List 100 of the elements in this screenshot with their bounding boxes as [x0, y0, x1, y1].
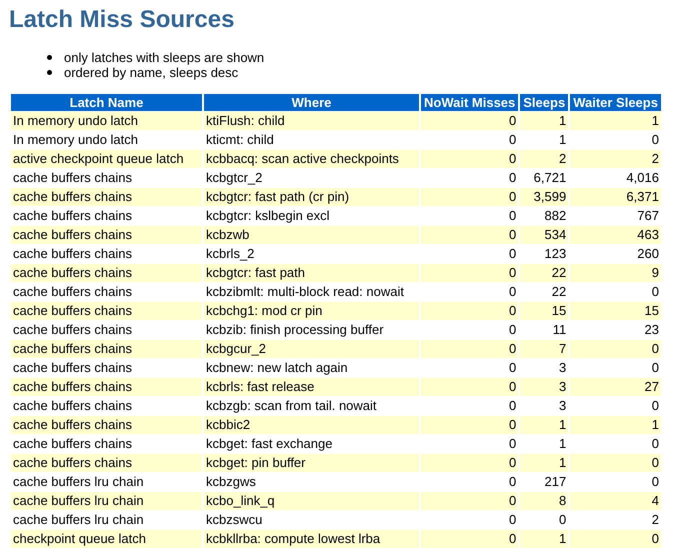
table-cell-text: kcbzibmlt: multi-block read: nowait — [205, 283, 405, 301]
table-cell: 0 — [421, 150, 518, 168]
table-cell: cache buffers chains — [11, 188, 202, 206]
table-cell: kcbbic2 — [204, 416, 419, 434]
table-cell-text: kcbrls_2 — [205, 245, 256, 263]
table-cell: 15 — [520, 302, 568, 320]
table-cell: 0 — [570, 454, 661, 472]
table-cell: 4 — [570, 492, 661, 510]
table-cell: 1 — [520, 112, 568, 130]
table-cell: 3,599 — [520, 188, 568, 206]
table-cell: cache buffers chains — [11, 454, 202, 472]
table-cell-text: 0 — [508, 473, 518, 491]
table-cell-text: kcbgtcr: kslbegin excl — [205, 207, 331, 225]
table-cell: kcbgtcr: fast path (cr pin) — [204, 188, 419, 206]
table-cell-text: 0 — [558, 511, 568, 529]
table-cell: cache buffers chains — [11, 416, 202, 434]
table-cell: 0 — [570, 340, 661, 358]
table-cell: kcbgcur_2 — [204, 340, 419, 358]
table-cell: 7 — [520, 340, 568, 358]
table-cell: 0 — [421, 416, 518, 434]
table-cell-text: 767 — [636, 207, 660, 225]
table-cell: kcbkllrba: compute lowest lrba — [204, 530, 419, 548]
table-cell-text: 0 — [508, 511, 518, 529]
table-cell-text: kcbzgb: scan from tail. nowait — [205, 397, 378, 415]
table-cell: 1 — [520, 454, 568, 472]
table-cell-text: 0 — [508, 169, 518, 187]
table-cell-text: 0 — [508, 397, 518, 415]
table-cell: 2 — [570, 150, 661, 168]
table-cell-text: kcbzswcu — [205, 511, 264, 529]
table-cell-text: 0 — [650, 473, 660, 491]
table-cell-text: 1 — [558, 435, 568, 453]
table-cell: 1 — [570, 112, 661, 130]
table-cell-text: 23 — [644, 321, 660, 339]
table-cell: 0 — [421, 188, 518, 206]
table-cell-text: cache buffers chains — [12, 321, 133, 339]
table-cell-text: 1 — [558, 131, 568, 149]
table-cell-text: 3 — [558, 359, 568, 377]
column-header: NoWait Misses — [421, 94, 518, 111]
table-cell: 0 — [570, 530, 661, 548]
table-cell: active checkpoint queue latch — [11, 150, 202, 168]
table-cell: ktiFlush: child — [204, 112, 419, 130]
table-cell-text: 0 — [650, 283, 660, 301]
table-cell-text: In memory undo latch — [12, 131, 140, 149]
table-cell-text: 0 — [508, 283, 518, 301]
table-cell: kcbrls: fast release — [204, 378, 419, 396]
table-cell: 0 — [421, 226, 518, 244]
column-header: Where — [204, 94, 419, 111]
bullet-icon — [47, 70, 52, 75]
table-cell: 15 — [570, 302, 661, 320]
table-cell: 0 — [421, 492, 518, 510]
table-cell: In memory undo latch — [11, 112, 202, 130]
column-header: Waiter Sleeps — [570, 94, 661, 111]
table-cell-text: cache buffers chains — [12, 435, 133, 453]
table-cell: kcbbacq: scan active checkpoints — [204, 150, 419, 168]
table-cell: 1 — [570, 416, 661, 434]
table-cell: 22 — [520, 264, 568, 282]
table-cell-text: 6,721 — [532, 169, 568, 187]
table-cell: 6,371 — [570, 188, 661, 206]
table-cell: 534 — [520, 226, 568, 244]
table-cell: cache buffers chains — [11, 264, 202, 282]
table-cell: kcbzwb — [204, 226, 419, 244]
note-item: ordered by name, sleeps desc — [64, 65, 238, 80]
table-cell-text: cache buffers chains — [12, 169, 133, 187]
table-cell-text: 0 — [650, 435, 660, 453]
table-cell: 8 — [520, 492, 568, 510]
table-cell-text: 0 — [508, 207, 518, 225]
table-cell-text: kcbzgws — [205, 473, 257, 491]
table-cell: kcbget: pin buffer — [204, 454, 419, 472]
table-cell: cache buffers chains — [11, 226, 202, 244]
table-cell-text: 11 — [552, 321, 568, 339]
table-cell-text: 260 — [636, 245, 660, 263]
table-cell-text: cache buffers chains — [12, 397, 133, 415]
table-cell: 0 — [421, 530, 518, 548]
table-cell-text: 4,016 — [625, 169, 660, 187]
table-cell-text: 0 — [508, 435, 518, 453]
table-cell: 9 — [570, 264, 661, 282]
table-cell-text: cache buffers chains — [12, 359, 133, 377]
table-cell-text: kticmt: child — [205, 131, 275, 149]
table-cell: 1 — [520, 530, 568, 548]
table-cell-text: 0 — [650, 397, 660, 415]
table-cell-text: 0 — [508, 245, 518, 263]
table-cell-text: kcbzib: finish processing buffer — [205, 321, 385, 339]
table-cell-text: cache buffers chains — [12, 245, 133, 263]
table-cell: cache buffers chains — [11, 378, 202, 396]
table-cell: cache buffers chains — [11, 340, 202, 358]
table-cell: 0 — [421, 340, 518, 358]
table-cell: 0 — [421, 264, 518, 282]
table-cell: 27 — [570, 378, 661, 396]
table-cell-text: cache buffers lru chain — [12, 511, 145, 529]
table-cell-text: cache buffers lru chain — [12, 473, 145, 491]
table-cell-text: 3 — [558, 397, 568, 415]
table-cell-text: 0 — [508, 359, 518, 377]
table-cell-text: cache buffers chains — [12, 207, 133, 225]
table-cell: 0 — [421, 454, 518, 472]
table-cell: kcbgtcr: fast path — [204, 264, 419, 282]
column-header: Sleeps — [520, 94, 568, 111]
table-cell-text: 0 — [508, 131, 518, 149]
table-cell: cache buffers lru chain — [11, 492, 202, 510]
table-cell: cache buffers chains — [11, 302, 202, 320]
column-header: Latch Name — [11, 94, 202, 111]
